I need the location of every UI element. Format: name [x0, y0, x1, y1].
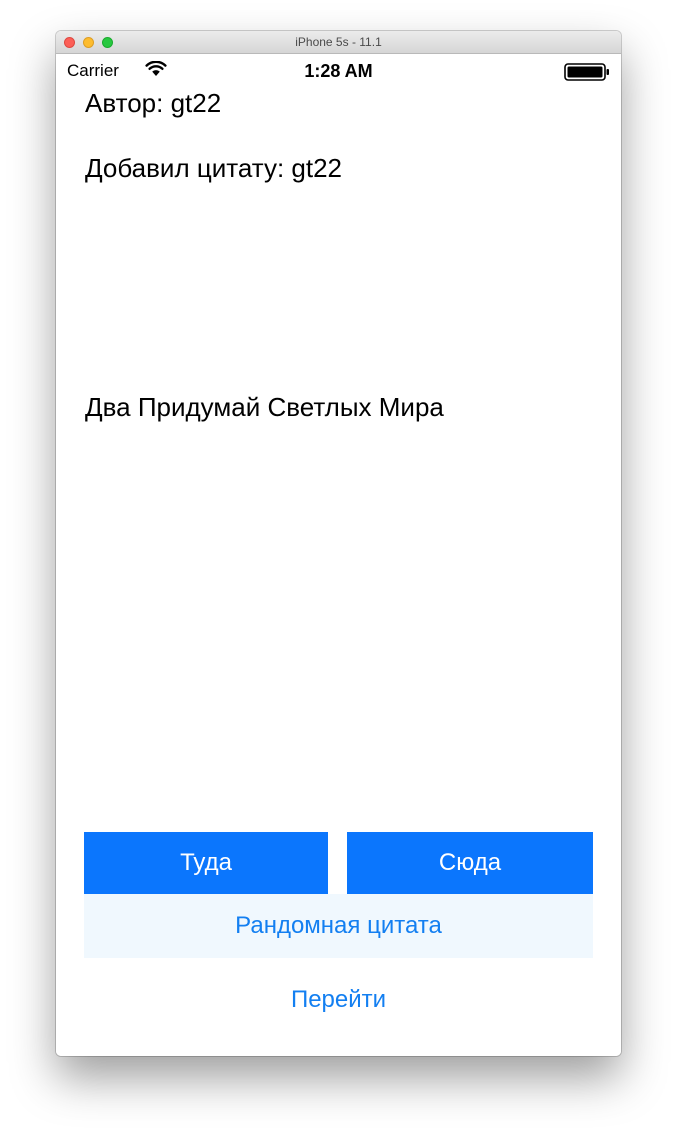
status-time: 1:28 AM	[304, 61, 373, 81]
battery-icon	[564, 63, 610, 86]
window-titlebar: iPhone 5s - 11.1	[56, 31, 621, 54]
simulator-window: iPhone 5s - 11.1 Carrier 1:28 AM Автор: …	[56, 31, 621, 1056]
window-title: iPhone 5s - 11.1	[295, 35, 382, 49]
author-label: Автор: gt22	[85, 88, 222, 118]
phone-screen: Carrier 1:28 AM Автор: gt22 Добавил цита…	[56, 54, 621, 1056]
random-quote-button[interactable]: Рандомная цитата	[84, 894, 593, 958]
added-by-label: Добавил цитату: gt22	[85, 153, 343, 183]
quote-text: Два Придумай Светлых Мира	[85, 392, 444, 422]
status-bar: Carrier 1:28 AM	[56, 54, 621, 82]
go-button[interactable]: Перейти	[84, 972, 593, 1028]
back-button[interactable]: Туда	[84, 832, 328, 894]
forward-button[interactable]: Сюда	[347, 832, 593, 894]
